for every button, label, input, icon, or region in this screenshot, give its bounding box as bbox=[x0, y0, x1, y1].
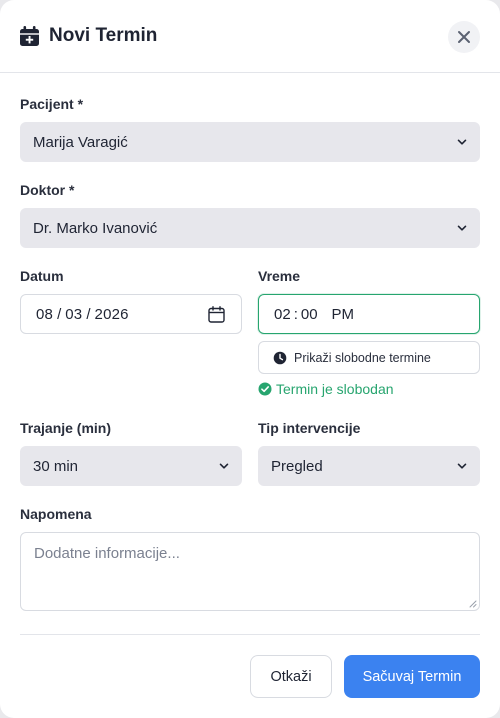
chevron-down-icon bbox=[457, 461, 467, 471]
show-free-slots-label: Prikaži slobodne termine bbox=[294, 350, 431, 365]
modal-title: Novi Termin bbox=[49, 24, 158, 46]
patient-select-value: Marija Varagić bbox=[33, 133, 128, 151]
doctor-select-value: Dr. Marko Ivanović bbox=[33, 219, 158, 237]
duration-select[interactable]: 30 min bbox=[20, 446, 242, 486]
note-label: Napomena bbox=[20, 506, 92, 522]
chevron-down-icon bbox=[457, 137, 467, 147]
chevron-down-icon bbox=[219, 461, 229, 471]
intervention-type-select[interactable]: Pregled bbox=[258, 446, 480, 486]
time-label: Vreme bbox=[258, 268, 301, 284]
date-input[interactable]: 08 / 03 / 2026 bbox=[20, 294, 242, 334]
time-period[interactable]: PM bbox=[332, 306, 355, 323]
availability-status-text: Termin je slobodan bbox=[276, 381, 394, 397]
intervention-type-select-value: Pregled bbox=[271, 457, 323, 475]
close-icon bbox=[457, 30, 471, 44]
time-hour[interactable]: 02 bbox=[274, 306, 291, 323]
calendar-plus-icon bbox=[20, 26, 39, 46]
doctor-select[interactable]: Dr. Marko Ivanović bbox=[20, 208, 480, 248]
save-appointment-button[interactable]: Sačuvaj Termin bbox=[344, 655, 480, 698]
availability-status: Termin je slobodan bbox=[258, 381, 394, 397]
duration-select-value: 30 min bbox=[33, 457, 79, 475]
check-circle-icon bbox=[258, 382, 272, 396]
new-appointment-modal: Novi Termin Pacijent * Marija Varagić Do… bbox=[0, 0, 500, 718]
cancel-button[interactable]: Otkaži bbox=[250, 655, 332, 698]
modal-header: Novi Termin bbox=[0, 0, 500, 73]
patient-label: Pacijent * bbox=[20, 96, 84, 112]
resize-handle-icon[interactable] bbox=[469, 600, 477, 608]
close-button[interactable] bbox=[448, 21, 480, 53]
date-separator: / bbox=[57, 305, 62, 323]
date-label: Datum bbox=[20, 268, 64, 284]
note-textarea[interactable]: Dodatne informacije... bbox=[20, 532, 480, 611]
date-month[interactable]: 08 bbox=[36, 306, 53, 323]
time-separator: : bbox=[293, 305, 298, 323]
date-year[interactable]: 2026 bbox=[95, 306, 129, 323]
patient-select[interactable]: Marija Varagić bbox=[20, 122, 480, 162]
intervention-type-label: Tip intervencije bbox=[258, 420, 361, 436]
note-placeholder: Dodatne informacije... bbox=[34, 545, 180, 562]
duration-label: Trajanje (min) bbox=[20, 420, 112, 436]
date-day[interactable]: 03 bbox=[65, 306, 82, 323]
footer-divider bbox=[20, 634, 480, 635]
date-separator: / bbox=[86, 305, 91, 323]
time-input[interactable]: 02 : 00 PM bbox=[258, 294, 480, 334]
show-free-slots-button[interactable]: Prikaži slobodne termine bbox=[258, 341, 480, 374]
clock-icon bbox=[273, 351, 287, 365]
time-minute[interactable]: 00 bbox=[301, 306, 318, 323]
doctor-label: Doktor * bbox=[20, 182, 75, 198]
calendar-icon[interactable] bbox=[208, 306, 225, 323]
chevron-down-icon bbox=[457, 223, 467, 233]
